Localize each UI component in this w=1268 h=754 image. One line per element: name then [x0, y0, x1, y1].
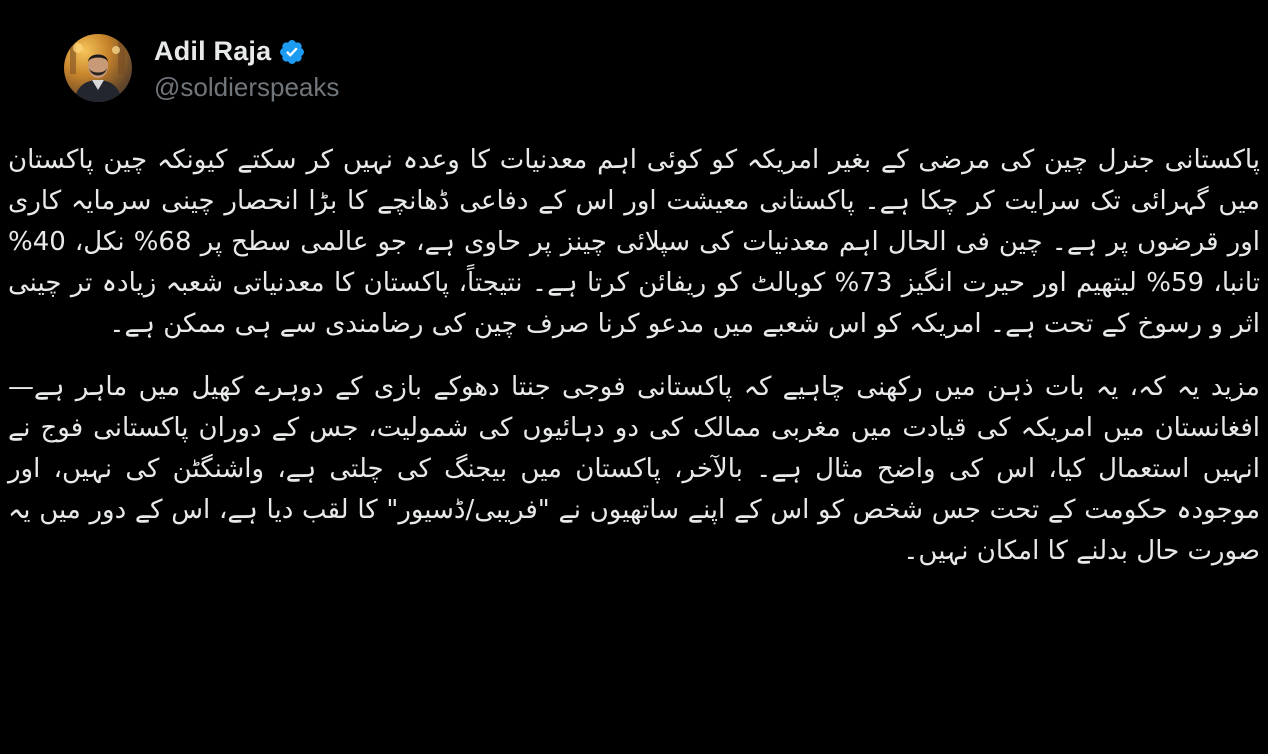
- verified-badge-icon[interactable]: [278, 38, 306, 66]
- author-name-row: Adil Raja: [154, 34, 339, 70]
- author-name[interactable]: Adil Raja: [154, 36, 271, 67]
- author-identity: Adil Raja @soldierspeaks: [154, 34, 339, 103]
- tweet-paragraph: پاکستانی جنرل چین کی مرضی کے بغیر امریکہ…: [8, 145, 1260, 339]
- profile-photo-icon: [70, 40, 125, 102]
- avatar[interactable]: [64, 34, 132, 102]
- tweet-header: Adil Raja @soldierspeaks: [64, 32, 339, 104]
- tweet-text: پاکستانی جنرل چین کی مرضی کے بغیر امریکہ…: [8, 140, 1260, 594]
- tweet-paragraph: مزید یہ کہ، یہ بات ذہن میں رکھنی چاہیے ک…: [8, 372, 1260, 566]
- author-handle[interactable]: @soldierspeaks: [154, 72, 339, 103]
